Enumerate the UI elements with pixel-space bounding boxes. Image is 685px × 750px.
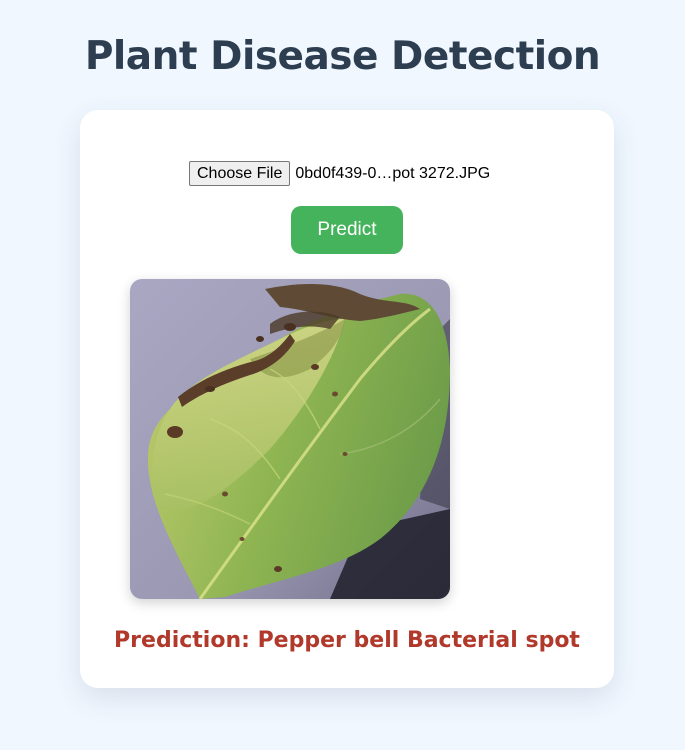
upload-card: Choose File 0bd0f439-0…pot 3272.JPG Pred… <box>80 110 614 688</box>
page-title: Plant Disease Detection <box>84 34 601 79</box>
selected-file-name: 0bd0f439-0…pot 3272.JPG <box>295 164 491 182</box>
predict-button[interactable]: Predict <box>291 206 403 254</box>
uploaded-leaf-image <box>130 279 450 599</box>
prediction-result: Prediction: Pepper bell Bacterial spot <box>114 628 580 653</box>
file-input[interactable]: Choose File 0bd0f439-0…pot 3272.JPG <box>189 161 490 186</box>
choose-file-button[interactable]: Choose File <box>189 161 291 186</box>
